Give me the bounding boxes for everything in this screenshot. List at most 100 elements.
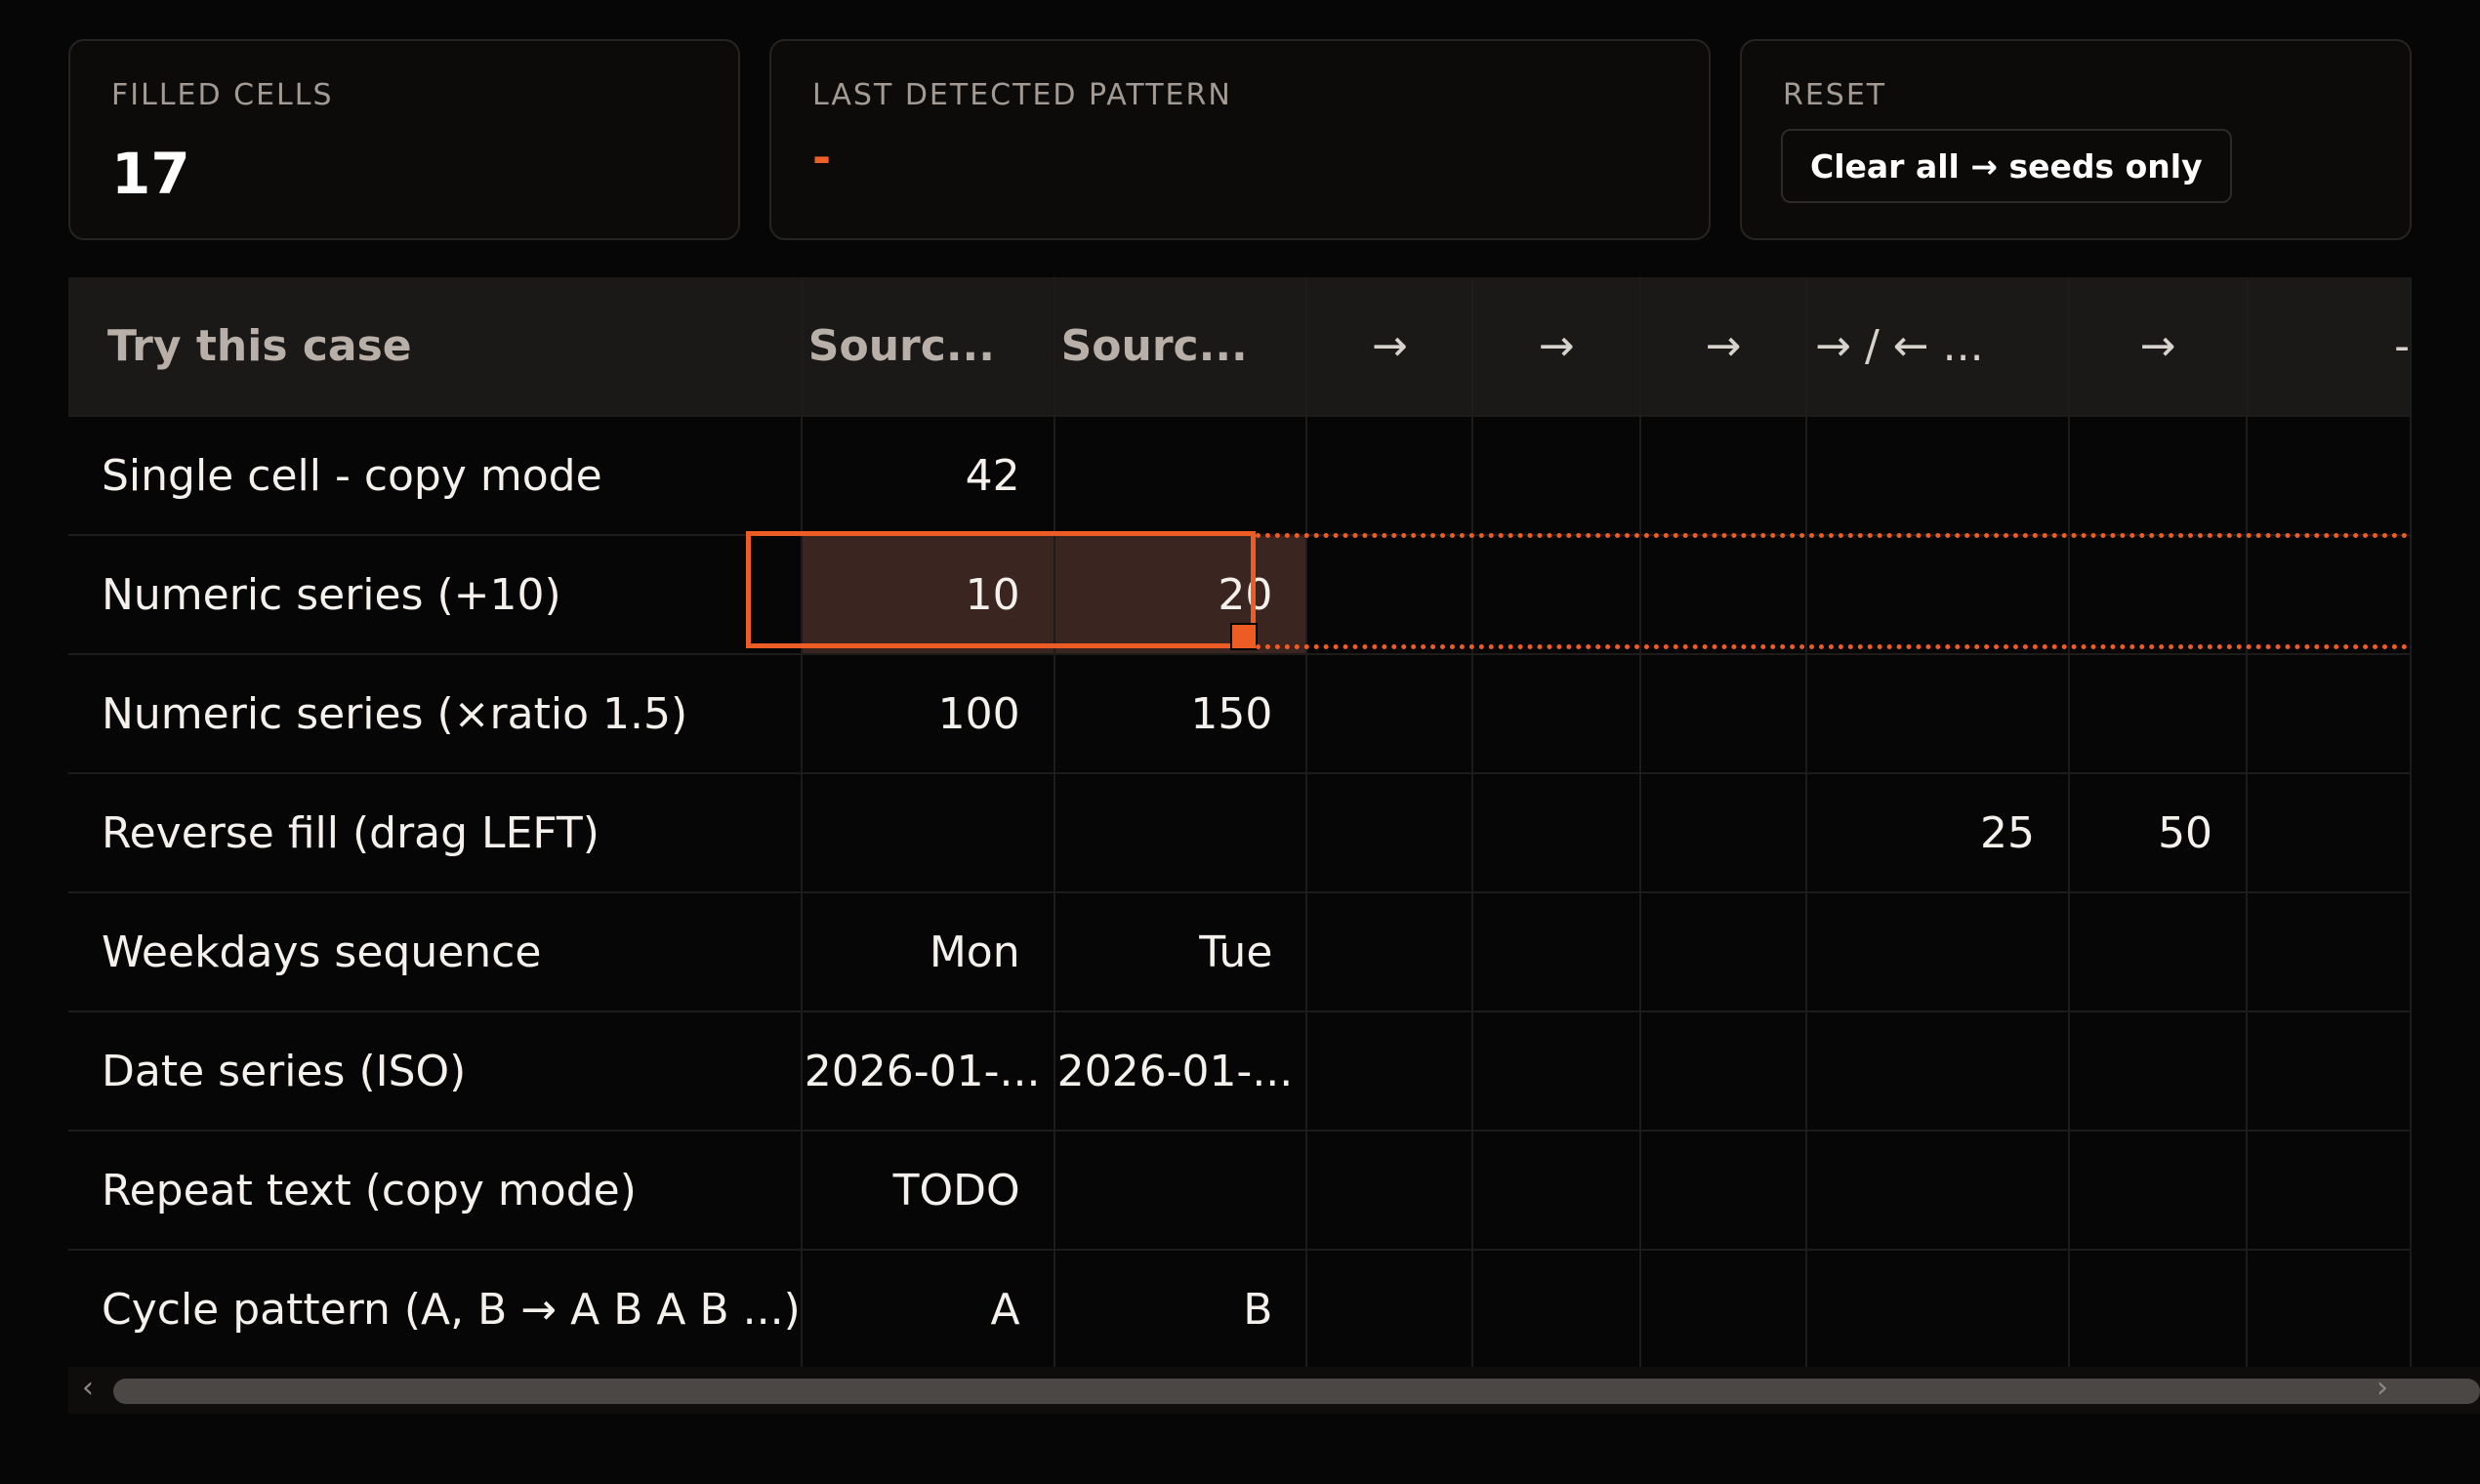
grid-cell[interactable] [1306, 773, 1474, 893]
grid-cell[interactable] [1472, 654, 1642, 774]
row-label: Repeat text (copy mode) [68, 1131, 803, 1251]
grid-cell[interactable] [1640, 1131, 1808, 1251]
grid-cell[interactable] [2069, 1131, 2249, 1251]
grid-cell[interactable] [2247, 1011, 2412, 1132]
grid-cell[interactable] [1054, 1131, 1308, 1251]
fill-grid: Try this case Sourc... Sourc... → → → → … [68, 277, 2412, 1416]
grid-cell[interactable]: B [1054, 1250, 1308, 1370]
column-header-fill-5: → [2069, 277, 2249, 417]
grid-cell[interactable]: A [801, 1250, 1055, 1370]
row-label: Date series (ISO) [68, 1011, 803, 1132]
grid-cell[interactable] [1306, 1131, 1474, 1251]
row-label: Single cell - copy mode [68, 416, 803, 536]
column-header-fill-1: → [1306, 277, 1474, 417]
column-header-fill-6: - [2247, 277, 2412, 417]
grid-cell[interactable]: Tue [1054, 892, 1308, 1012]
grid-cell[interactable] [1640, 535, 1808, 655]
grid-cell[interactable]: 2026-01-... [801, 1011, 1055, 1132]
grid-cell[interactable] [1306, 416, 1474, 536]
grid-cell[interactable] [2069, 416, 2249, 536]
row-label: Weekdays sequence [68, 892, 803, 1012]
grid-cell-selected[interactable]: 20 [1054, 535, 1308, 655]
grid-cell[interactable] [2069, 535, 2249, 655]
row-label: Reverse fill (drag LEFT) [68, 773, 803, 893]
table-row: Reverse fill (drag LEFT) 25 50 [68, 773, 2412, 893]
chevron-right-icon[interactable]: › [2377, 1371, 2388, 1405]
scrollbar-thumb[interactable] [113, 1379, 2480, 1404]
grid-cell[interactable] [2069, 892, 2249, 1012]
grid-cell[interactable] [1806, 1250, 2071, 1370]
grid-cell[interactable] [1640, 773, 1808, 893]
grid-cell[interactable] [1640, 1250, 1808, 1370]
header-row: Try this case Sourc... Sourc... → → → → … [68, 277, 2412, 417]
grid-cell[interactable] [1472, 535, 1642, 655]
grid-cell[interactable]: 100 [801, 654, 1055, 774]
chevron-left-icon[interactable]: ‹ [82, 1371, 94, 1405]
grid-cell[interactable] [2247, 773, 2412, 893]
grid-cell[interactable] [2069, 1011, 2249, 1132]
grid-cell[interactable] [2069, 654, 2249, 774]
table-row: Date series (ISO) 2026-01-... 2026-01-..… [68, 1011, 2412, 1132]
grid-cell[interactable] [2247, 654, 2412, 774]
column-header-source-1: Sourc... [801, 277, 1055, 417]
table-row: Single cell - copy mode 42 [68, 416, 2412, 536]
table-row: Numeric series (×ratio 1.5) 100 150 [68, 654, 2412, 774]
grid-cell[interactable] [1472, 1250, 1642, 1370]
row-label: Numeric series (×ratio 1.5) [68, 654, 803, 774]
stats-bar: FILLED CELLS 17 LAST DETECTED PATTERN - … [68, 39, 2412, 244]
column-header-fill-4: → / ← ... [1806, 277, 2071, 417]
grid-cell[interactable] [2247, 892, 2412, 1012]
grid-cell[interactable] [801, 773, 1055, 893]
column-header-source-2: Sourc... [1054, 277, 1308, 417]
grid-cell[interactable] [1306, 1011, 1474, 1132]
grid-cell[interactable]: TODO [801, 1131, 1055, 1251]
grid-cell[interactable] [1806, 1011, 2071, 1132]
filled-cells-card: FILLED CELLS 17 [68, 39, 740, 240]
table-row: Weekdays sequence Mon Tue [68, 892, 2412, 1012]
grid-cell-selected[interactable]: 10 [801, 535, 1055, 655]
grid-cell[interactable]: 2026-01-... [1054, 1011, 1308, 1132]
fill-preview-top-line [1256, 533, 2412, 538]
grid-cell[interactable] [1472, 416, 1642, 536]
grid-cell[interactable] [1306, 1250, 1474, 1370]
grid-cell[interactable] [1806, 535, 2071, 655]
grid-cell[interactable] [1472, 773, 1642, 893]
grid-cell[interactable] [1640, 1011, 1808, 1132]
last-pattern-card: LAST DETECTED PATTERN - [769, 39, 1711, 240]
grid-cell[interactable] [1806, 1131, 2071, 1251]
grid-cell[interactable] [2069, 1250, 2249, 1370]
grid-cell[interactable] [1472, 1131, 1642, 1251]
grid-cell[interactable]: Mon [801, 892, 1055, 1012]
grid-cell[interactable] [1640, 654, 1808, 774]
fill-preview-bottom-line [1256, 644, 2412, 649]
grid-cell[interactable] [1806, 654, 2071, 774]
grid-cell[interactable] [1806, 892, 2071, 1012]
table-row: Cycle pattern (A, B → A B A B ...) A B [68, 1250, 2412, 1370]
fill-handle[interactable] [1230, 623, 1258, 650]
grid-cell[interactable] [2247, 1250, 2412, 1370]
grid-cell[interactable] [2247, 535, 2412, 655]
grid-cell[interactable] [1472, 1011, 1642, 1132]
fill-table: Try this case Sourc... Sourc... → → → → … [68, 277, 2412, 1370]
grid-cell[interactable] [1640, 892, 1808, 1012]
column-header-case: Try this case [68, 277, 803, 417]
grid-cell[interactable]: 150 [1054, 654, 1308, 774]
grid-cell[interactable] [1054, 773, 1308, 893]
grid-cell[interactable] [1472, 892, 1642, 1012]
grid-cell[interactable] [1306, 535, 1474, 655]
grid-cell[interactable]: 42 [801, 416, 1055, 536]
column-header-fill-3: → [1640, 277, 1808, 417]
grid-cell[interactable]: 25 [1806, 773, 2071, 893]
grid-cell[interactable] [1640, 416, 1808, 536]
grid-cell[interactable] [2247, 1131, 2412, 1251]
grid-cell[interactable] [1306, 892, 1474, 1012]
grid-cell[interactable] [1306, 654, 1474, 774]
grid-cell[interactable] [1806, 416, 2071, 536]
clear-all-button[interactable]: Clear all → seeds only [1781, 129, 2232, 203]
grid-cell[interactable]: 50 [2069, 773, 2249, 893]
row-label: Numeric series (+10) [68, 535, 803, 655]
grid-cell[interactable] [2247, 416, 2412, 536]
filled-cells-label: FILLED CELLS [111, 78, 334, 112]
grid-cell[interactable] [1054, 416, 1308, 536]
horizontal-scrollbar[interactable]: ‹ › [68, 1367, 2480, 1414]
